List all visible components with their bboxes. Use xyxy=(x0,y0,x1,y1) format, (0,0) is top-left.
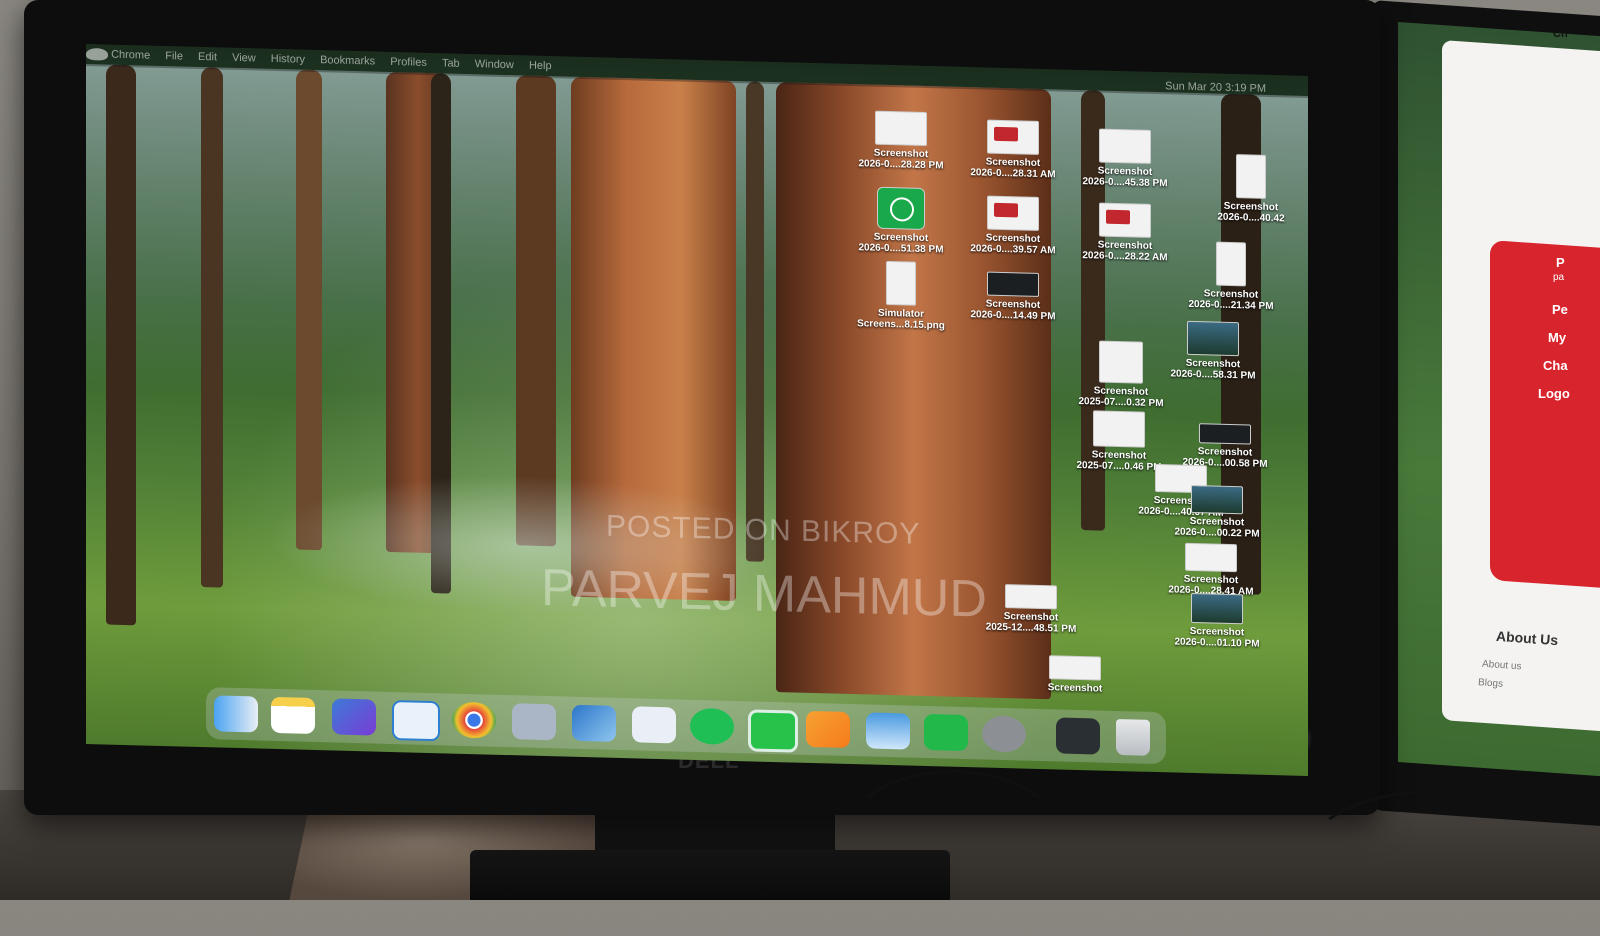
facetime-icon[interactable] xyxy=(924,713,968,752)
vscode-icon[interactable] xyxy=(392,700,440,742)
desktop-file[interactable]: Screenshot 2026-0....39.57 AM xyxy=(958,195,1068,257)
tree-trunk xyxy=(201,67,223,588)
app-store-icon[interactable] xyxy=(632,706,676,744)
desktop-file[interactable]: Screenshot 2026-0....28.31 AM xyxy=(958,119,1068,181)
secondary-menu-item-3[interactable]: My xyxy=(1548,330,1566,345)
desktop-file[interactable]: Screenshot 2026-0....14.49 PM xyxy=(958,271,1068,323)
desktop-screen: Chrome File Edit View History Bookmarks … xyxy=(86,44,1308,776)
desktop-file[interactable]: Screenshot 2026-0....28.41 AM xyxy=(1156,542,1266,598)
file-date: 2026-0....01.10 PM xyxy=(1174,636,1260,650)
file-date: 2026-0....00.22 PM xyxy=(1174,526,1260,540)
secondary-blogs-link[interactable]: Blogs xyxy=(1478,677,1504,690)
desktop-file[interactable]: Screenshot 2026-0....00.58 PM xyxy=(1170,422,1280,470)
whatsapp-icon xyxy=(877,186,925,230)
menu-tab[interactable]: Tab xyxy=(442,57,472,70)
desktop-file[interactable]: Screenshot 2025-12....48.51 PM xyxy=(976,583,1086,635)
cable xyxy=(1300,790,1566,936)
file-thumbnail xyxy=(875,110,927,147)
apple-icon[interactable] xyxy=(86,48,108,61)
pages-icon[interactable] xyxy=(806,710,850,749)
desktop-file[interactable]: Screenshot xyxy=(1020,654,1130,695)
weather-icon[interactable] xyxy=(866,712,910,750)
settings-icon[interactable] xyxy=(982,715,1026,753)
secondary-menu-item-2[interactable]: Pe xyxy=(1552,302,1568,317)
menu-history[interactable]: History xyxy=(271,53,317,66)
file-thumbnail xyxy=(886,260,916,306)
file-thumbnail xyxy=(1049,655,1101,681)
menu-help[interactable]: Help xyxy=(529,60,564,73)
tree-trunk xyxy=(106,64,136,626)
desktop-file[interactable]: Screenshot 2026-0....28.28 PM xyxy=(846,110,956,172)
desktop-file[interactable]: Screenshot 2026-0....51.38 PM xyxy=(846,186,956,256)
desktop-file[interactable]: Simulator Screens...8.15.png xyxy=(846,260,956,332)
finder-icon[interactable] xyxy=(214,695,258,733)
menu-edit[interactable]: Edit xyxy=(198,51,229,64)
file-thumbnail xyxy=(1216,241,1246,287)
menu-app-name[interactable]: Chrome xyxy=(111,49,162,62)
file-thumbnail xyxy=(1199,423,1251,445)
desktop-file[interactable]: Screenshot 2026-0....21.34 PM xyxy=(1176,241,1286,313)
chrome-icon[interactable] xyxy=(452,701,496,739)
menu-view[interactable]: View xyxy=(232,52,268,65)
desktop-file[interactable]: Screenshot 2026-0....01.10 PM xyxy=(1162,592,1272,650)
secondary-header-text: pa xyxy=(1553,272,1565,283)
file-thumbnail xyxy=(1099,340,1143,384)
file-thumbnail xyxy=(987,271,1039,297)
desktop-file[interactable]: Screenshot 2026-0....00.22 PM xyxy=(1162,484,1272,540)
menu-file[interactable]: File xyxy=(165,50,195,63)
xcode-icon[interactable] xyxy=(332,698,376,736)
file-thumbnail xyxy=(1191,592,1243,625)
secondary-red-menu-card xyxy=(1490,240,1600,589)
secondary-menu-item-1[interactable]: P xyxy=(1556,255,1565,270)
file-thumbnail xyxy=(1191,484,1243,515)
watermark-name: PARVEJ MAHMUD xyxy=(541,558,987,629)
desktop-file[interactable]: Screenshot 2026-0....40.42 xyxy=(1196,153,1306,225)
notes-icon[interactable] xyxy=(271,696,315,734)
cable xyxy=(840,770,1066,916)
trash-icon[interactable] xyxy=(1116,718,1150,756)
menu-bookmarks[interactable]: Bookmarks xyxy=(320,54,387,68)
menu-window[interactable]: Window xyxy=(475,58,526,71)
desktop-file[interactable]: Screenshot 2026-0....28.22 AM xyxy=(1070,202,1180,264)
file-thumbnail xyxy=(1185,542,1237,573)
messages-icon[interactable] xyxy=(748,709,798,753)
menu-clock[interactable]: Sun Mar 20 3:19 PM xyxy=(1165,80,1278,95)
file-thumbnail xyxy=(1005,584,1057,610)
menu-profiles[interactable]: Profiles xyxy=(390,56,439,69)
desktop-file[interactable]: Screenshot 2026-0....45.38 PM xyxy=(1070,128,1180,190)
file-thumbnail xyxy=(987,195,1039,231)
simulator-icon[interactable] xyxy=(572,704,616,742)
secondary-top-text: Ch xyxy=(1553,28,1568,40)
phone-icon xyxy=(890,197,914,222)
file-thumbnail xyxy=(1099,128,1151,164)
file-thumbnail xyxy=(987,119,1039,155)
recent-window-icon[interactable] xyxy=(1056,717,1100,755)
secondary-menu-item-5[interactable]: Logo xyxy=(1538,386,1570,401)
file-thumbnail xyxy=(1099,202,1151,238)
file-thumbnail xyxy=(1187,320,1239,357)
file-thumbnail xyxy=(1236,154,1266,199)
secondary-menu-item-4[interactable]: Cha xyxy=(1543,358,1568,373)
whatsapp-icon[interactable] xyxy=(690,707,734,745)
file-thumbnail xyxy=(1093,410,1145,448)
preview-icon[interactable] xyxy=(512,703,556,741)
desktop-file[interactable]: Screenshot 2025-07....0.32 PM xyxy=(1066,340,1176,410)
